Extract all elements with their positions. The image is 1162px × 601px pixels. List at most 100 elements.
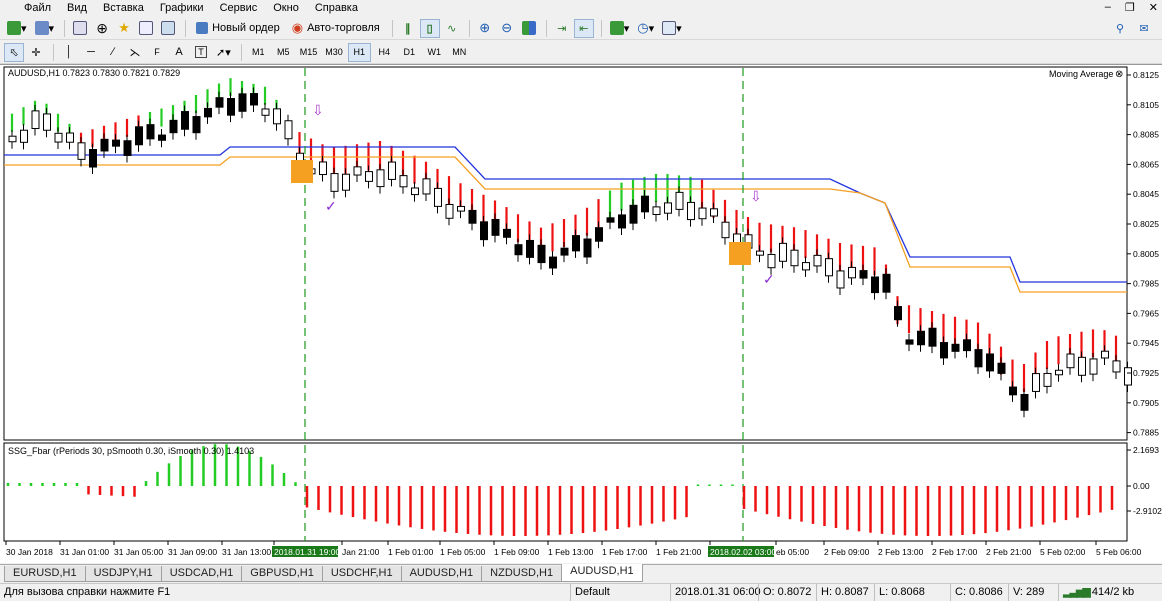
candle-body [871,276,879,294]
candle-body [112,139,120,147]
fibonacci-button[interactable]: F [147,43,167,62]
timeframe-m30[interactable]: M30 [322,43,346,62]
down-arrow-icon: ⇩ [750,188,762,204]
status-traffic-text: 414/2 kb [1091,586,1135,598]
menu-window[interactable]: Окно [265,0,307,17]
horizontal-line-icon: ─ [87,46,95,58]
check-icon: ✓ [763,271,775,287]
arrows-button[interactable]: ➚ ▾ [213,43,234,62]
zoom-out-button[interactable]: ⊖ [497,19,517,38]
data-window-button[interactable]: ⊕ [92,19,112,38]
tester-button[interactable] [158,19,178,38]
tab-eurusd[interactable]: EURUSD,H1 [4,566,86,582]
new-order-button[interactable]: Новый ордер [191,19,285,38]
toolbar-separator [185,19,187,37]
text-button[interactable]: A [169,43,189,62]
chart-window[interactable]: ⇩ ⇩ ✓ ✓ 0.8125 0.8105 0.8085 0.8065 0.8045 0.802… [0,64,1162,563]
market-watch-icon [73,21,88,35]
candle-body [158,134,166,141]
menu-help[interactable]: Справка [307,0,366,17]
cursor-button[interactable]: ⬁ [4,42,24,62]
autoscroll-button[interactable]: ⇥ [552,19,572,38]
chart-tabs: EURUSD,H1 USDJPY,H1 USDCAD,H1 GBPUSD,H1 … [0,564,1162,582]
price-chart[interactable]: ⇩ ⇩ ✓ ✓ 0.8125 0.8105 0.8085 0.8065 0.8045 0.802… [0,65,1162,564]
time-tick-label: 1 Feb 13:00 [548,547,594,557]
tab-audusd-active[interactable]: AUDUSD,H1 [561,564,643,582]
timeframe-h1[interactable]: H1 [347,42,371,62]
timeframe-m5[interactable]: M5 [272,43,295,62]
timeframe-m1[interactable]: M1 [247,43,270,62]
tab-audusd[interactable]: AUDUSD,H1 [400,566,483,582]
line-chart-button[interactable]: ∿ [442,19,462,38]
minimize-icon[interactable]: – [1105,1,1111,14]
tab-usdcad[interactable]: USDCAD,H1 [160,566,243,582]
time-tick-label: 2 Feb 09:00 [824,547,870,557]
bar-chart-button[interactable]: ∥ [398,19,418,38]
fibonacci-icon: F [154,47,160,57]
timeframe-m15[interactable]: M15 [297,43,321,62]
timeframe-d1[interactable]: D1 [398,43,421,62]
candle-body [204,107,212,118]
candle-body [77,142,86,160]
candle-body [997,362,1006,374]
tab-usdchf[interactable]: USDCHF,H1 [321,566,402,582]
tile-windows-button[interactable] [519,19,539,38]
navigator-button[interactable]: ★ [114,19,134,38]
sub-pane-frame [3,442,1128,542]
close-indicator-icon[interactable]: ⊗ [1115,69,1123,80]
crosshair-button[interactable]: ✛ [26,43,46,62]
templates-icon [662,21,677,35]
standard-toolbar: ▾ ▾ ⊕ ★ Новый ордер ◉ Авто-торговля ∥ ▯ … [0,17,1162,40]
candle-body [491,218,500,236]
price-tick-label: 0.8045 [1133,189,1159,199]
vertical-line-button[interactable]: │ [59,43,79,62]
zoom-in-button[interactable]: ⊕ [475,19,495,38]
profiles-button[interactable]: ▾ [32,19,58,38]
timeframe-w1[interactable]: W1 [423,43,446,62]
chart-shift-button[interactable]: ⇤ [573,18,594,38]
chat-button[interactable]: ✉ [1134,19,1154,38]
menu-charts[interactable]: Графики [152,0,212,17]
candle-body [123,140,132,156]
menu-tools[interactable]: Сервис [212,0,266,17]
autotrading-button[interactable]: ◉ Авто-торговля [287,19,385,38]
indicators-button[interactable]: ▾ [607,19,633,38]
periods-button[interactable]: ◷ ▾ [634,19,657,38]
terminal-icon [139,21,154,35]
candlestick-icon: ▯ [426,22,433,35]
new-order-label: Новый ордер [212,22,280,34]
candle-body [687,201,695,221]
horizontal-line-button[interactable]: ─ [81,43,101,62]
channel-button[interactable]: ⋋ [125,43,145,62]
search-button[interactable]: ⚲ [1110,19,1130,38]
timeframe-mn[interactable]: MN [448,43,471,62]
timeframe-h4[interactable]: H4 [373,43,396,62]
trendline-button[interactable]: ∕ [103,43,123,62]
tab-usdjpy[interactable]: USDJPY,H1 [84,566,162,582]
market-watch-button[interactable] [70,19,90,38]
candle-body [1055,369,1063,376]
tab-nzdusd[interactable]: NZDUSD,H1 [481,566,563,582]
new-chart-button[interactable]: ▾ [4,19,30,38]
candlestick-button[interactable]: ▯ [419,18,440,38]
price-tick-label: 0.7945 [1133,338,1159,348]
menu-file[interactable]: Файл [0,0,59,17]
candle-body [1112,360,1121,373]
label-button[interactable]: T [191,43,211,62]
templates-button[interactable]: ▾ [659,19,685,38]
restore-icon[interactable]: ❐ [1125,1,1135,14]
candle-body [825,258,833,277]
close-icon[interactable]: ✕ [1149,1,1158,14]
check-icon: ✓ [325,198,337,214]
terminal-button[interactable] [136,19,156,38]
price-tick-label: 0.7985 [1133,279,1159,289]
candle-body [1066,353,1075,369]
star-icon: ★ [118,20,130,35]
menu-view[interactable]: Вид [59,0,95,17]
toolbar-separator [391,19,393,37]
menu-insert[interactable]: Вставка [95,0,152,17]
tab-gbpusd[interactable]: GBPUSD,H1 [241,566,323,582]
drawing-toolbar: ⬁ ✛ │ ─ ∕ ⋋ F A T ➚ ▾ M1 M5 M15 M30 H1 H4… [0,41,1162,64]
time-tick-label: 2 Feb 21:00 [986,547,1032,557]
time-tick-label: 1 Feb 21:00 [656,547,702,557]
